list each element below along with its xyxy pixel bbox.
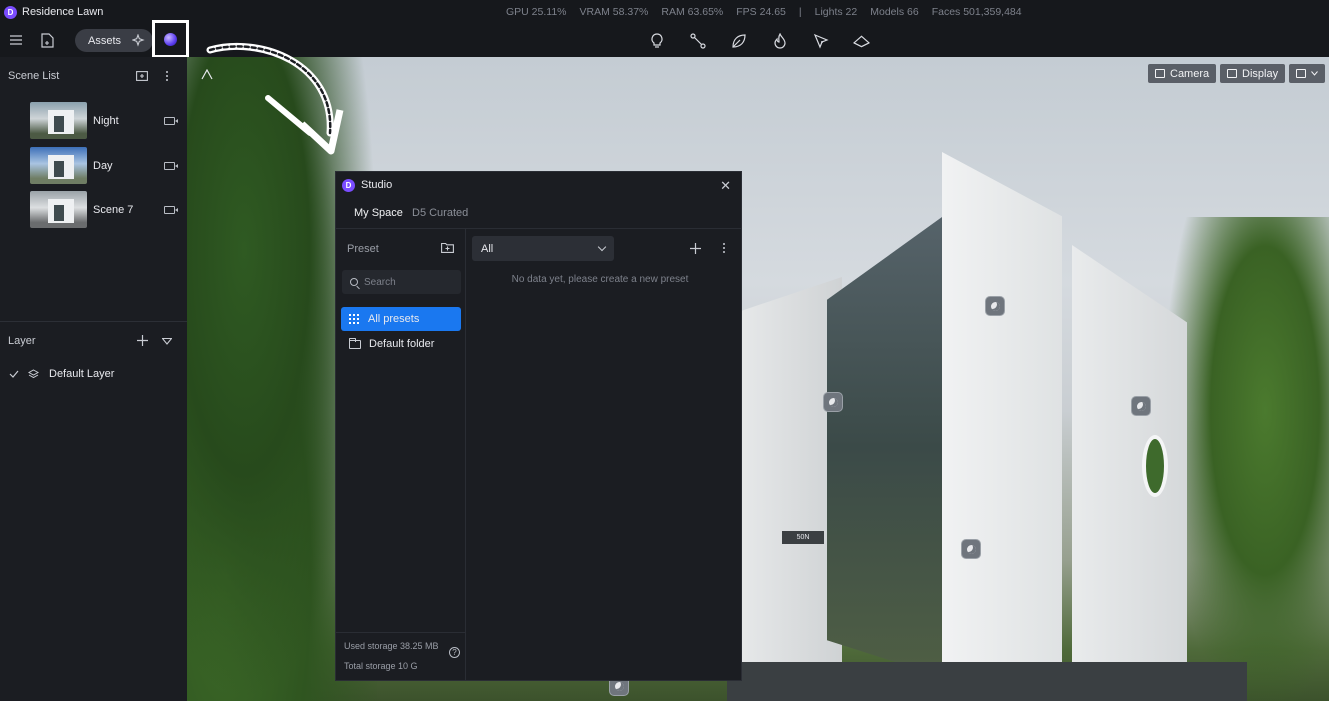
new-folder-icon[interactable]	[441, 242, 454, 253]
ram-stat: RAM 63.65%	[661, 6, 724, 18]
preset-label: Preset	[347, 243, 379, 255]
close-icon[interactable]: ✕	[720, 178, 731, 194]
title-bar: D Residence Lawn GPU 25.11% VRAM 58.37% …	[0, 0, 1329, 24]
file-icon[interactable]	[40, 32, 55, 48]
scene-label: Night	[93, 114, 119, 127]
tab-d5-curated[interactable]: D5 Curated	[412, 207, 468, 219]
studio-logo-icon: D	[342, 178, 355, 192]
total-storage-text: Total storage 10 G	[344, 661, 418, 671]
scene-label: Scene 7	[93, 203, 134, 216]
light-marker-icon[interactable]	[823, 392, 843, 412]
search-icon	[350, 278, 358, 286]
scene-thumbnail	[30, 191, 87, 228]
grid-icon	[349, 313, 360, 325]
left-panel: Scene List Night Day Scene 7 Layer Defau…	[0, 57, 187, 701]
light-marker-icon[interactable]	[985, 296, 1005, 316]
panel-divider	[0, 321, 187, 322]
layer-title: Layer	[8, 335, 36, 347]
monitor-icon	[1296, 69, 1306, 78]
used-storage-text: Used storage 38.25 MB	[344, 641, 439, 651]
performance-stats: GPU 25.11% VRAM 58.37% RAM 63.65% FPS 24…	[506, 6, 1022, 18]
studio-content: All No data yet, please create a new pre…	[466, 228, 741, 680]
app-title: Residence Lawn	[22, 6, 104, 18]
scene-thumbnail	[30, 147, 87, 184]
flame-icon[interactable]	[771, 32, 788, 49]
house-wall-front	[942, 152, 1062, 687]
studio-dialog: D Studio ✕ My Space D5 Curated Preset Al…	[335, 171, 742, 681]
scene-label: Day	[93, 159, 113, 172]
camera-icon[interactable]	[164, 161, 178, 170]
preset-search-field[interactable]	[342, 270, 461, 294]
assets-label: Assets	[88, 34, 122, 47]
pen-tool-icon[interactable]	[812, 32, 829, 49]
preset-filter-select[interactable]: All	[472, 236, 614, 261]
nav-default-folder[interactable]: Default folder	[341, 332, 461, 356]
empty-state-message: No data yet, please create a new preset	[511, 274, 689, 285]
round-window	[1142, 435, 1168, 497]
studio-orb-icon	[164, 32, 177, 46]
help-icon[interactable]: ?	[449, 647, 460, 658]
scene-thumbnail	[30, 102, 87, 139]
center-tool-group	[648, 32, 870, 49]
models-stat: Models 66	[870, 6, 919, 18]
display-icon	[1227, 69, 1237, 78]
layer-label: Default Layer	[49, 368, 115, 380]
menu-icon[interactable]	[9, 34, 22, 46]
add-layer-icon[interactable]	[137, 335, 148, 346]
tab-my-space[interactable]: My Space	[354, 207, 403, 219]
layer-item-default[interactable]: Default Layer	[9, 366, 179, 382]
nav-label: All presets	[368, 313, 420, 325]
stats-separator: |	[798, 6, 802, 18]
light-bulb-icon[interactable]	[648, 32, 665, 49]
camera-button-label: Camera	[1170, 67, 1210, 80]
layers-icon	[28, 369, 39, 379]
house-number-sign: 50N	[782, 531, 824, 544]
scene-item-day[interactable]: Day	[30, 147, 178, 184]
path-icon[interactable]	[689, 32, 706, 49]
camera-button[interactable]: Camera	[1148, 64, 1217, 83]
studio-title: Studio	[361, 179, 393, 191]
check-icon[interactable]	[9, 370, 19, 378]
fps-stat: FPS 24.65	[736, 6, 786, 18]
gpu-stat: GPU 25.11%	[506, 6, 567, 18]
display-button[interactable]: Display	[1220, 64, 1286, 83]
house-foundation	[727, 662, 1247, 701]
light-marker-icon[interactable]	[961, 539, 981, 559]
light-marker-icon[interactable]	[1131, 396, 1151, 416]
sparkle-icon[interactable]	[131, 33, 145, 47]
scene-list-more-icon[interactable]	[165, 71, 169, 81]
select-value: All	[481, 242, 494, 255]
house-glass-facade	[827, 217, 942, 677]
studio-header: D Studio ✕	[336, 172, 741, 198]
terrain-icon[interactable]	[853, 32, 870, 49]
scene-item-scene-7[interactable]: Scene 7	[30, 191, 178, 228]
app-logo-icon: D	[4, 5, 17, 19]
chevron-down-icon	[597, 242, 607, 252]
nav-all-presets[interactable]: All presets	[341, 307, 461, 331]
studio-button[interactable]	[152, 20, 189, 58]
storage-divider	[336, 632, 465, 633]
camera-icon[interactable]	[164, 116, 178, 125]
more-options-icon[interactable]	[722, 243, 726, 253]
search-input[interactable]	[364, 276, 454, 288]
layer-filter-icon[interactable]	[162, 337, 172, 345]
vram-stat: VRAM 58.37%	[579, 6, 649, 18]
faces-stat: Faces 501,359,484	[931, 6, 1022, 18]
nav-label: Default folder	[369, 338, 435, 350]
scene-item-night[interactable]: Night	[30, 102, 178, 139]
add-scene-icon[interactable]	[136, 70, 148, 81]
add-preset-icon[interactable]	[689, 242, 701, 254]
chevron-down-icon	[1311, 71, 1318, 76]
view-options-button[interactable]	[1289, 64, 1325, 83]
studio-sidebar: Preset All presets Default folder Used s…	[336, 228, 466, 680]
folder-icon	[349, 337, 361, 349]
display-button-label: Display	[1242, 67, 1279, 80]
tree-foliage-right	[1169, 217, 1329, 701]
camera-frame-icon	[1155, 69, 1165, 78]
lights-stat: Lights 22	[814, 6, 858, 18]
leaf-icon[interactable]	[730, 32, 747, 49]
annotation-arrow	[206, 43, 344, 155]
camera-icon[interactable]	[164, 205, 178, 214]
scene-list-title: Scene List	[8, 70, 60, 82]
